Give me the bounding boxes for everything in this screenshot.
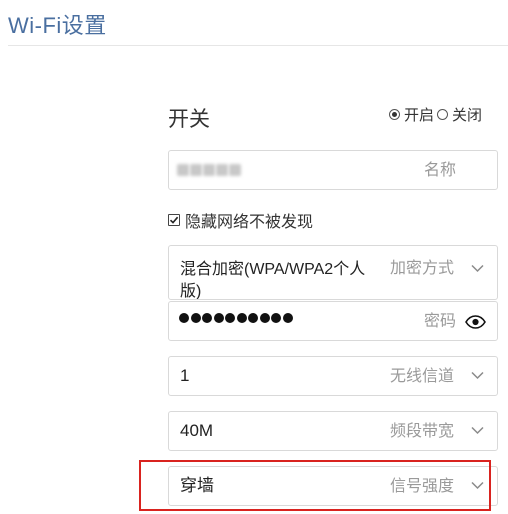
channel-select[interactable]: 1 无线信道 bbox=[168, 356, 498, 396]
hide-network-label: 隐藏网络不被发现 bbox=[185, 214, 314, 231]
switch-radio-group: 开启 关闭 bbox=[389, 104, 482, 125]
bandwidth-hint: 频段带宽 bbox=[390, 423, 455, 440]
password-masked-value bbox=[179, 313, 294, 323]
title-divider bbox=[8, 45, 508, 46]
encryption-hint: 加密方式 bbox=[390, 260, 455, 277]
password-field[interactable]: 密码 bbox=[168, 301, 498, 341]
wifi-name-hint: 名称 bbox=[424, 162, 457, 179]
hide-network-row: 隐藏网络不被发现 bbox=[168, 208, 313, 232]
bandwidth-value: 40M bbox=[180, 421, 214, 440]
encryption-value-line2: 版) bbox=[180, 283, 202, 300]
password-hint: 密码 bbox=[424, 313, 457, 330]
wifi-name-redacted-value bbox=[177, 164, 242, 176]
radio-off[interactable]: 关闭 bbox=[437, 104, 482, 125]
eye-icon[interactable] bbox=[465, 315, 486, 329]
checkmark-icon bbox=[169, 216, 179, 224]
radio-on[interactable]: 开启 bbox=[389, 104, 434, 125]
highlight-annotation bbox=[139, 460, 491, 511]
encryption-value-line1: 混合加密(WPA/WPA2个人 bbox=[180, 261, 366, 278]
switch-label: 开关 bbox=[168, 108, 210, 131]
bandwidth-select[interactable]: 40M 频段带宽 bbox=[168, 411, 498, 451]
radio-on-indicator[interactable] bbox=[389, 109, 400, 120]
channel-value: 1 bbox=[180, 366, 190, 385]
page-title: Wi-Fi设置 bbox=[8, 13, 107, 38]
channel-hint: 无线信道 bbox=[390, 368, 455, 385]
radio-on-label: 开启 bbox=[404, 107, 435, 124]
radio-off-indicator[interactable] bbox=[437, 109, 449, 120]
chevron-down-icon bbox=[471, 371, 484, 380]
chevron-down-icon bbox=[471, 264, 484, 273]
hide-network-checkbox[interactable] bbox=[168, 214, 180, 226]
wifi-name-field[interactable]: 名称 bbox=[168, 150, 498, 190]
chevron-down-icon bbox=[471, 426, 484, 435]
encryption-value: 混合加密(WPA/WPA2个人 版) bbox=[180, 259, 366, 300]
radio-off-label: 关闭 bbox=[452, 107, 483, 124]
encryption-select[interactable]: 混合加密(WPA/WPA2个人 版) 加密方式 bbox=[168, 245, 498, 300]
